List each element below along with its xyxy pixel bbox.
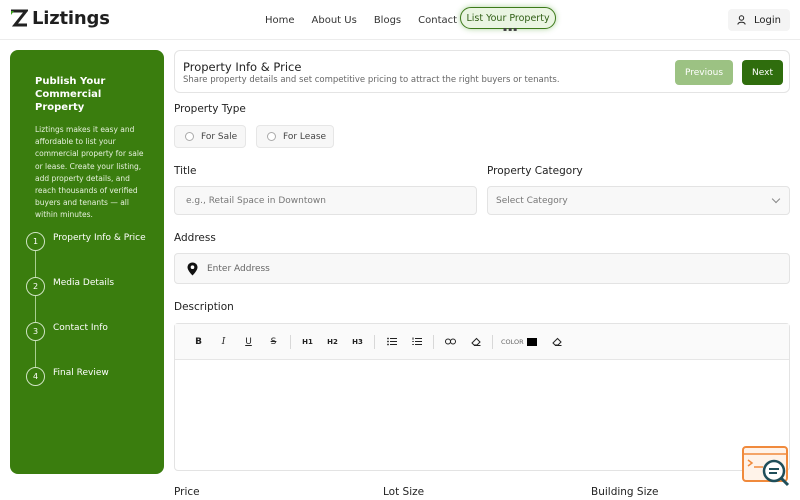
steps-sidebar: Publish Your Commercial Property Lizting… — [10, 50, 164, 474]
step-connector — [35, 251, 36, 277]
nav-blogs-link[interactable]: Blogs — [374, 15, 401, 26]
bold-button[interactable]: B — [186, 332, 211, 352]
login-button[interactable]: Login — [728, 9, 790, 31]
toolbar-divider — [374, 334, 375, 349]
radio-label: For Lease — [283, 131, 327, 142]
radio-circle-icon — [185, 132, 194, 141]
color-swatch[interactable] — [526, 337, 537, 346]
toolbar-divider — [492, 334, 493, 349]
clear-format-button[interactable] — [463, 332, 488, 352]
step-item-1[interactable]: 1 Property Info & Price — [26, 232, 146, 277]
link-button[interactable] — [438, 332, 463, 352]
login-label: Login — [754, 14, 781, 26]
for-sale-radio[interactable]: For Sale — [174, 125, 246, 148]
step-number: 1 — [26, 232, 45, 251]
user-icon — [737, 15, 746, 25]
address-label: Address — [174, 232, 216, 244]
step-list: 1 Property Info & Price 2 Media Details … — [26, 232, 146, 412]
eraser-icon — [552, 337, 562, 346]
search-help-icon[interactable] — [741, 445, 791, 489]
top-header: Liztings Home About Us Blogs Contact Us … — [0, 0, 800, 40]
step-connector — [35, 341, 36, 367]
main-nav: Home About Us Blogs Contact Us — [265, 0, 490, 40]
editor-toolbar: B I U S H1 H2 H3 COLOR — [175, 324, 789, 360]
step-item-3[interactable]: 3 Contact Info — [26, 322, 146, 367]
step-label: Property Info & Price — [53, 233, 146, 243]
radio-circle-icon — [267, 132, 276, 141]
for-lease-radio[interactable]: For Lease — [256, 125, 334, 148]
numbered-list-icon — [411, 337, 422, 345]
step-number: 2 — [26, 277, 45, 296]
previous-button[interactable]: Previous — [675, 60, 733, 85]
link-icon — [445, 338, 456, 345]
step-label: Contact Info — [53, 323, 108, 333]
toolbar-divider — [290, 334, 291, 349]
map-pin-icon — [187, 262, 198, 275]
description-editor: B I U S H1 H2 H3 COLOR — [174, 323, 790, 471]
toolbar-divider — [433, 334, 434, 349]
step-label: Final Review — [53, 368, 109, 378]
chevron-down-icon — [771, 194, 781, 204]
numbered-list-button[interactable] — [404, 332, 429, 352]
price-label: Price — [174, 486, 200, 498]
sidebar-title: Publish Your Commercial Property — [35, 76, 106, 113]
address-placeholder: Enter Address — [207, 263, 270, 274]
logo-mark-icon — [11, 9, 28, 26]
title-input[interactable]: e.g., Retail Space in Downtown — [174, 186, 477, 215]
strikethrough-button[interactable]: S — [261, 332, 286, 352]
color-label: COLOR — [501, 337, 524, 346]
step-header-card: Property Info & Price Share property det… — [174, 50, 790, 93]
building-size-label: Building Size — [591, 486, 659, 498]
step-connector — [35, 296, 36, 322]
eraser-icon — [470, 337, 481, 346]
heading-3-button[interactable]: H3 — [345, 332, 370, 352]
step-item-2[interactable]: 2 Media Details — [26, 277, 146, 322]
step-item-4[interactable]: 4 Final Review — [26, 367, 146, 412]
title-label: Title — [174, 165, 197, 177]
loading-dots-icon: ▪▪▪ — [503, 26, 519, 33]
editor-content-area[interactable] — [175, 360, 789, 470]
logo[interactable]: Liztings — [10, 8, 110, 29]
nav-about-link[interactable]: About Us — [312, 15, 357, 26]
step-number: 4 — [26, 367, 45, 386]
step-title: Property Info & Price — [183, 60, 302, 74]
italic-button[interactable]: I — [211, 332, 236, 352]
step-subtitle: Share property details and set competiti… — [183, 75, 560, 85]
underline-button[interactable]: U — [236, 332, 261, 352]
address-input[interactable]: Enter Address — [174, 253, 790, 284]
category-select[interactable]: Select Category — [487, 186, 790, 215]
category-placeholder: Select Category — [496, 195, 568, 206]
next-button[interactable]: Next — [742, 60, 783, 85]
logo-text: Liztings — [32, 8, 110, 29]
step-number: 3 — [26, 322, 45, 341]
bullet-list-button[interactable] — [379, 332, 404, 352]
category-label: Property Category — [487, 165, 583, 177]
property-type-label: Property Type — [174, 103, 246, 115]
remove-color-button[interactable] — [545, 332, 570, 352]
heading-1-button[interactable]: H1 — [295, 332, 320, 352]
description-label: Description — [174, 301, 234, 313]
step-label: Media Details — [53, 278, 115, 288]
lot-size-label: Lot Size — [383, 486, 425, 498]
bullet-list-icon — [386, 337, 397, 346]
sidebar-description: Liztings makes it easy and affordable to… — [35, 125, 144, 220]
nav-home-link[interactable]: Home — [265, 15, 295, 26]
heading-2-button[interactable]: H2 — [320, 332, 345, 352]
radio-label: For Sale — [201, 131, 238, 142]
